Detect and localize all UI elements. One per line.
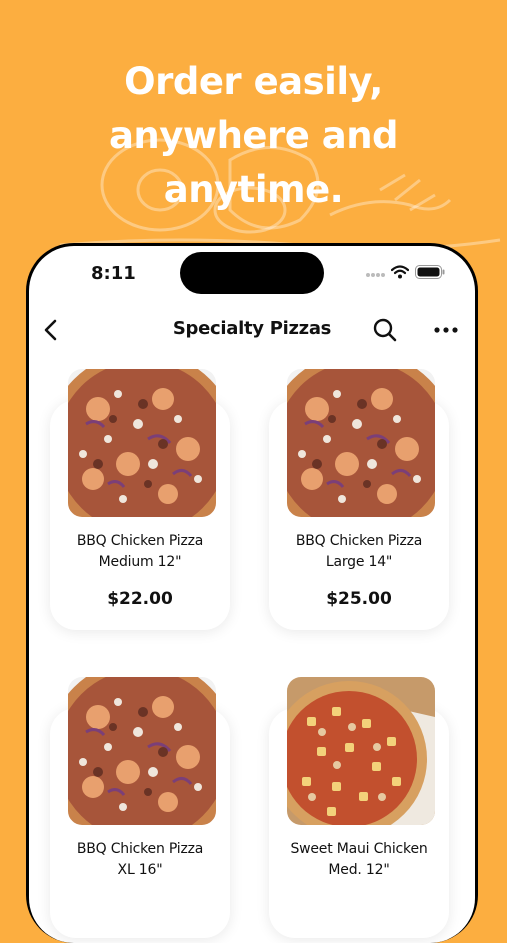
product-name-line-2: Medium 12": [98, 554, 182, 570]
headline-line-2: anywhere and: [108, 114, 399, 157]
product-name: BBQ Chicken Pizza XL 16": [50, 839, 230, 881]
product-card[interactable]: BBQ Chicken Pizza Large 14" $25.00: [269, 369, 449, 630]
page-title: Specialty Pizzas: [172, 318, 332, 339]
phone-frame: 8:11 Specialty Pizzas BBQ Chicken Pizza …: [26, 243, 478, 943]
status-icons: [365, 265, 445, 279]
phone-screen: 8:11 Specialty Pizzas BBQ Chicken Pizza …: [29, 246, 475, 943]
product-card[interactable]: Sweet Maui Chicken Med. 12": [269, 677, 449, 938]
product-name: Sweet Maui Chicken Med. 12": [269, 839, 449, 881]
product-price: $25.00: [326, 589, 392, 609]
product-card[interactable]: BBQ Chicken Pizza XL 16": [50, 677, 230, 938]
product-name-line-2: Large 14": [325, 554, 393, 570]
signal-icon: [366, 273, 385, 277]
product-price: $22.00: [107, 589, 173, 609]
product-image: [68, 677, 216, 825]
dynamic-island: [180, 252, 324, 294]
product-name: BBQ Chicken Pizza Medium 12": [50, 531, 230, 573]
product-name-line-2: Med. 12": [328, 862, 390, 878]
promo-headline: Order easily, anywhere and anytime.: [0, 55, 507, 217]
product-name-line-2: XL 16": [117, 862, 163, 878]
more-icon[interactable]: [431, 316, 461, 344]
product-name-line-1: Sweet Maui Chicken: [290, 841, 428, 857]
headline-line-1: Order easily,: [124, 60, 383, 103]
headline-line-3: anytime.: [163, 168, 344, 211]
battery-icon: [415, 265, 445, 279]
product-image: [287, 677, 435, 825]
product-name-line-1: BBQ Chicken Pizza: [76, 841, 204, 857]
search-icon[interactable]: [371, 316, 399, 344]
product-image: [287, 369, 435, 517]
product-name-line-1: BBQ Chicken Pizza: [295, 533, 423, 549]
navigation-bar: Specialty Pizzas: [29, 308, 475, 352]
status-time: 8:11: [91, 263, 136, 284]
product-card[interactable]: BBQ Chicken Pizza Medium 12" $22.00: [50, 369, 230, 630]
product-name-line-1: BBQ Chicken Pizza: [76, 533, 204, 549]
wifi-icon: [391, 265, 409, 279]
product-image: [68, 369, 216, 517]
product-name: BBQ Chicken Pizza Large 14": [269, 531, 449, 573]
